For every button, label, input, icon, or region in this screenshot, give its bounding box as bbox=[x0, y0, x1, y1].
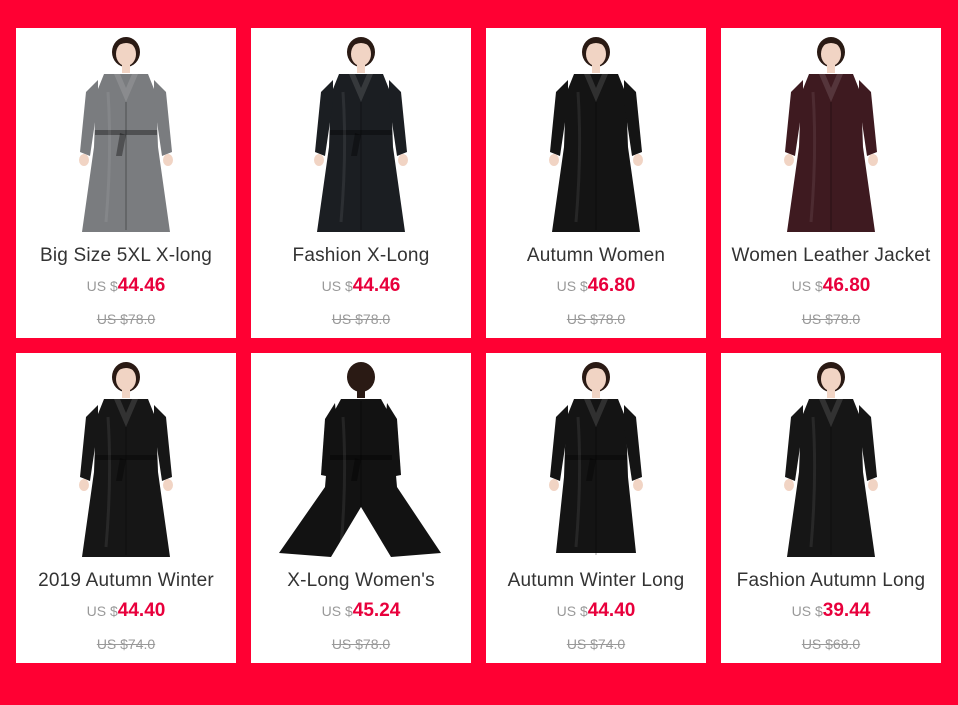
product-photo bbox=[79, 362, 173, 557]
sale-price: 44.40 bbox=[117, 600, 166, 621]
price-row: US $44.46 bbox=[251, 275, 471, 297]
sale-price: 44.46 bbox=[352, 275, 401, 296]
original-price: US $78.0 bbox=[96, 311, 156, 327]
product-title: Autumn Winter Long bbox=[507, 570, 685, 591]
original-price: US $78.0 bbox=[801, 311, 861, 327]
product-title: 2019 Autumn Winter bbox=[38, 570, 214, 591]
product-card[interactable]: Fashion Autumn Long US $39.44 US $68.0 bbox=[721, 353, 941, 663]
price-row: US $45.24 bbox=[251, 600, 471, 622]
product-card[interactable]: Big Size 5XL X-long US $44.46 US $78.0 bbox=[16, 28, 236, 338]
product-title: Fashion Autumn Long bbox=[736, 570, 926, 591]
product-card[interactable]: 2019 Autumn Winter US $44.40 US $74.0 bbox=[16, 353, 236, 663]
original-price: US $78.0 bbox=[331, 311, 391, 327]
price-row: US $46.80 bbox=[486, 275, 706, 297]
price-row: US $46.80 bbox=[721, 275, 941, 297]
currency-label: US $ bbox=[321, 278, 353, 294]
sale-price: 44.46 bbox=[117, 275, 166, 296]
currency-label: US $ bbox=[556, 278, 588, 294]
product-photo bbox=[314, 37, 408, 232]
original-price: US $74.0 bbox=[96, 636, 156, 652]
product-title: X-Long Women's bbox=[287, 570, 435, 591]
original-price: US $78.0 bbox=[331, 636, 391, 652]
product-photo bbox=[549, 362, 643, 555]
price-row: US $39.44 bbox=[721, 600, 941, 622]
product-card[interactable]: Women Leather Jacket US $46.80 US $78.0 bbox=[721, 28, 941, 338]
original-price: US $74.0 bbox=[566, 636, 626, 652]
original-price: US $68.0 bbox=[801, 636, 861, 652]
sale-price: 46.80 bbox=[587, 275, 636, 296]
product-photo bbox=[549, 37, 643, 232]
product-photo bbox=[784, 362, 878, 557]
product-title: Women Leather Jacket bbox=[731, 245, 931, 266]
product-card[interactable]: Autumn Winter Long US $44.40 US $74.0 bbox=[486, 353, 706, 663]
currency-label: US $ bbox=[791, 278, 823, 294]
product-photo bbox=[279, 362, 441, 557]
product-card[interactable]: Autumn Women US $46.80 US $78.0 bbox=[486, 28, 706, 338]
price-row: US $44.46 bbox=[16, 275, 236, 297]
currency-label: US $ bbox=[791, 603, 823, 619]
currency-label: US $ bbox=[86, 603, 118, 619]
product-title: Big Size 5XL X-long bbox=[39, 245, 213, 266]
sale-price: 45.24 bbox=[352, 600, 401, 621]
product-grid: Big Size 5XL X-long US $44.46 US $78.0 F… bbox=[0, 0, 958, 705]
product-photo bbox=[784, 37, 878, 232]
sale-price: 39.44 bbox=[822, 600, 871, 621]
product-title: Fashion X-Long bbox=[292, 245, 430, 266]
sale-price: 46.80 bbox=[822, 275, 871, 296]
product-photo bbox=[79, 37, 173, 232]
currency-label: US $ bbox=[321, 603, 353, 619]
price-row: US $44.40 bbox=[16, 600, 236, 622]
currency-label: US $ bbox=[86, 278, 118, 294]
product-title: Autumn Women bbox=[526, 245, 666, 266]
sale-price: 44.40 bbox=[587, 600, 636, 621]
product-card[interactable]: X-Long Women's US $45.24 US $78.0 bbox=[251, 353, 471, 663]
price-row: US $44.40 bbox=[486, 600, 706, 622]
product-card[interactable]: Fashion X-Long US $44.46 US $78.0 bbox=[251, 28, 471, 338]
currency-label: US $ bbox=[556, 603, 588, 619]
original-price: US $78.0 bbox=[566, 311, 626, 327]
